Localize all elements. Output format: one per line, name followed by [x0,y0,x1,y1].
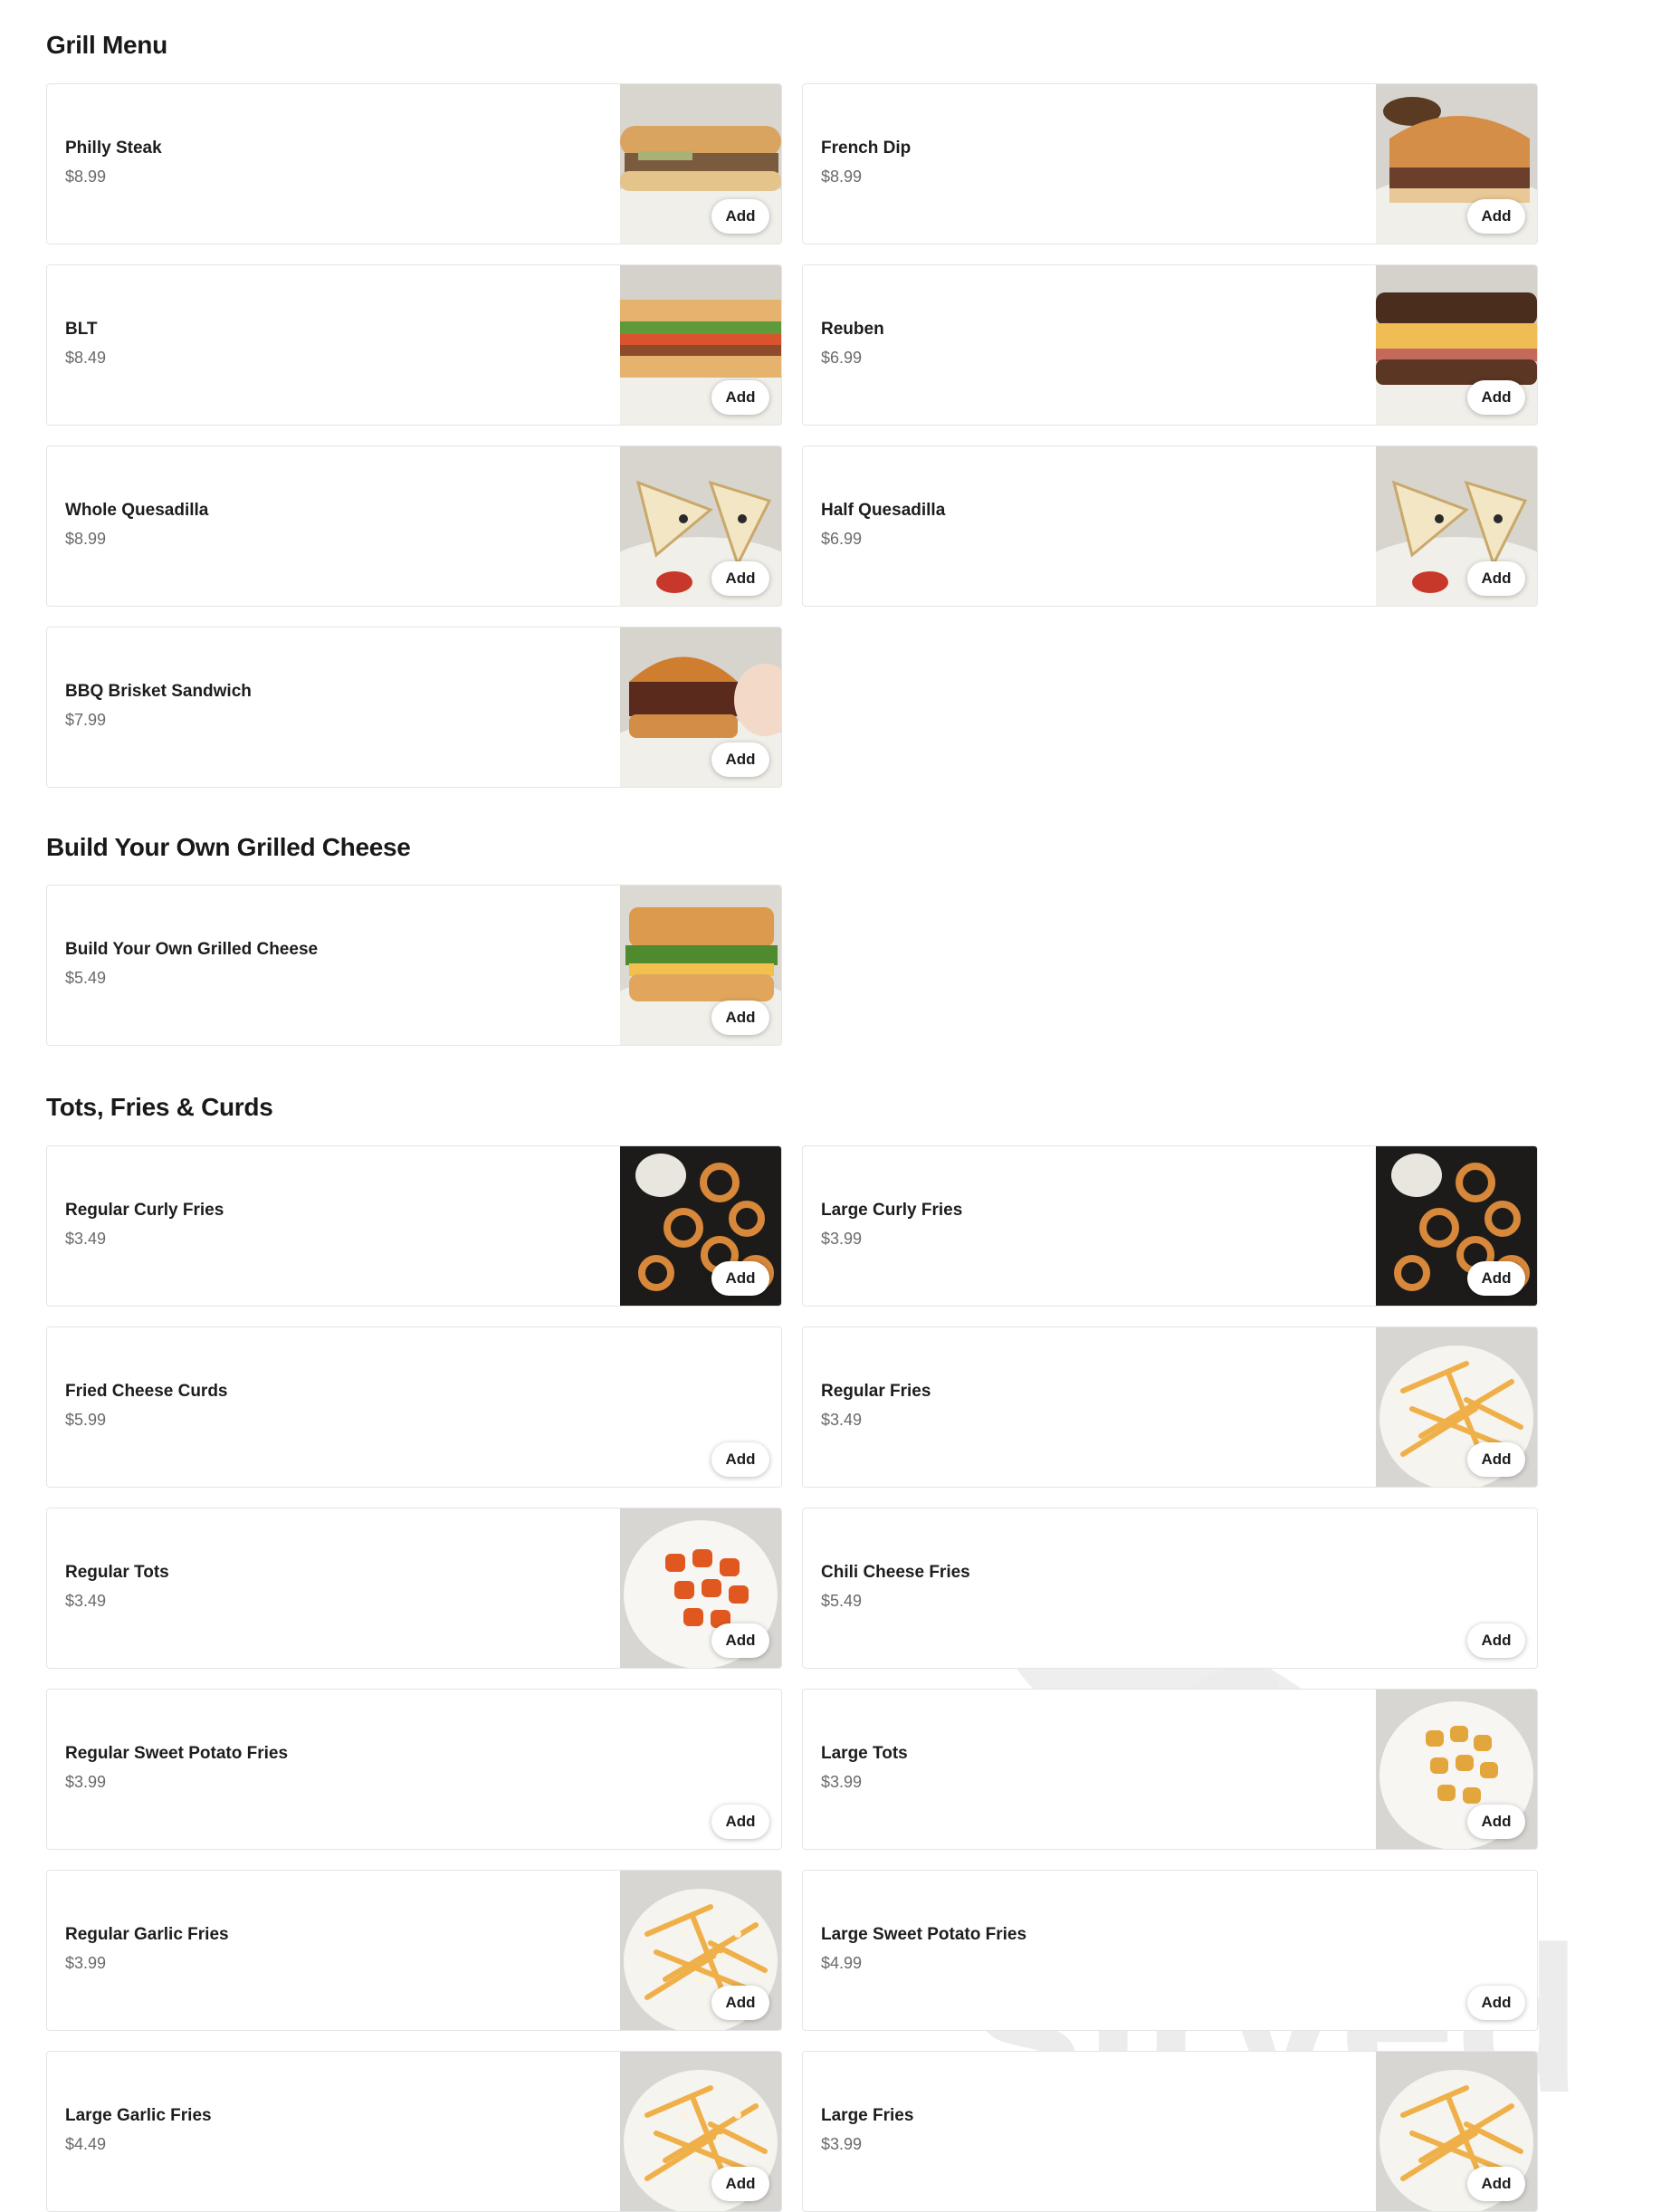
menu-item-price: $3.99 [65,1954,107,1972]
menu-item-name: Philly Steak [65,139,162,158]
menu-item-card-regular-tots[interactable]: Regular Tots $3.49 Add [46,1508,782,1669]
menu-item-price: $3.49 [821,1411,863,1429]
menu-item-card-half-quesadilla[interactable]: Half Quesadilla $6.99 Add [802,445,1538,607]
menu-item-card-regular-fries[interactable]: Regular Fries $3.49 Add [802,1326,1538,1488]
menu-item-card-philly-steak[interactable]: Philly Steak $8.99 Add [46,83,782,244]
menu-item-card-build-your-own-grilled-cheese[interactable]: Build Your Own Grilled Cheese $5.49 Add [46,885,782,1046]
add-button[interactable]: Add [711,1442,769,1477]
menu-item-card-large-garlic-fries[interactable]: Large Garlic Fries $4.49 Add [46,2051,782,2212]
add-button[interactable]: Add [711,2167,769,2201]
add-button[interactable]: Add [711,561,769,596]
menu-item-price: $3.99 [821,2135,863,2153]
menu-item-name: Large Fries [821,2106,914,2125]
menu-item-name: Build Your Own Grilled Cheese [65,940,319,959]
menu-item-price: $4.99 [821,1954,863,1972]
add-button[interactable]: Add [1467,1805,1525,1839]
menu-item-name: Regular Sweet Potato Fries [65,1744,289,1763]
add-button[interactable]: Add [711,1623,769,1658]
menu-item-name: Regular Tots [65,1563,169,1582]
menu-item-card-large-curly-fries[interactable]: Large Curly Fries $3.99 Add [802,1145,1538,1307]
menu-item-card-whole-quesadilla[interactable]: Whole Quesadilla $8.99 Add [46,445,782,607]
add-button[interactable]: Add [711,380,769,415]
menu-item-price: $3.99 [65,1773,107,1791]
section-title-tots-fries-curds: Tots, Fries & Curds [46,1093,273,1121]
menu-item-price: $3.99 [821,1773,863,1791]
menu-item-price: $8.99 [821,168,863,186]
menu-item-card-french-dip[interactable]: French Dip $8.99 Add [802,83,1538,244]
menu-item-card-regular-sweet-potato-fries[interactable]: Regular Sweet Potato Fries $3.99 Add [46,1689,782,1850]
menu-item-price: $8.99 [65,530,107,548]
menu-item-name: BLT [65,320,98,339]
menu-item-card-fried-cheese-curds[interactable]: Fried Cheese Curds $5.99 Add [46,1326,782,1488]
menu-item-name: Large Tots [821,1744,908,1763]
menu-item-name: Whole Quesadilla [65,501,209,520]
add-button[interactable]: Add [711,199,769,234]
add-button[interactable]: Add [1467,1261,1525,1296]
menu-item-card-large-sweet-potato-fries[interactable]: Large Sweet Potato Fries $4.99 Add [802,1870,1538,2031]
menu-item-card-large-tots[interactable]: Large Tots $3.99 Add [802,1689,1538,1850]
add-button[interactable]: Add [1467,561,1525,596]
menu-item-card-blt[interactable]: BLT $8.49 Add [46,264,782,426]
add-button[interactable]: Add [1467,380,1525,415]
menu-item-name: Large Curly Fries [821,1201,963,1220]
menu-item-price: $7.99 [65,711,107,729]
add-button[interactable]: Add [711,742,769,777]
menu-item-price: $3.99 [821,1230,863,1248]
menu-item-price: $8.99 [65,168,107,186]
add-button[interactable]: Add [1467,1986,1525,2020]
menu-item-name: Regular Curly Fries [65,1201,224,1220]
menu-item-name: BBQ Brisket Sandwich [65,682,252,701]
menu-item-price: $6.99 [821,530,863,548]
menu-item-price: $6.99 [821,349,863,367]
section-title-grilled-cheese: Build Your Own Grilled Cheese [46,833,411,861]
add-button[interactable]: Add [711,1986,769,2020]
add-button[interactable]: Add [1467,1623,1525,1658]
add-button[interactable]: Add [1467,199,1525,234]
menu-item-price: $5.99 [65,1411,107,1429]
menu-item-name: French Dip [821,139,912,158]
add-button[interactable]: Add [711,1805,769,1839]
add-button[interactable]: Add [1467,2167,1525,2201]
menu-item-name: Large Sweet Potato Fries [821,1925,1027,1944]
menu-item-card-large-fries[interactable]: Large Fries $3.99 Add [802,2051,1538,2212]
menu-item-price: $3.49 [65,1230,107,1248]
menu-item-name: Large Garlic Fries [65,2106,212,2125]
add-button[interactable]: Add [1467,1442,1525,1477]
menu-item-card-chili-cheese-fries[interactable]: Chili Cheese Fries $5.49 Add [802,1508,1538,1669]
menu-item-card-regular-garlic-fries[interactable]: Regular Garlic Fries $3.99 Add [46,1870,782,2031]
menu-item-card-regular-curly-fries[interactable]: Regular Curly Fries $3.49 Add [46,1145,782,1307]
menu-item-price: $4.49 [65,2135,107,2153]
add-button[interactable]: Add [711,1001,769,1035]
menu-item-name: Half Quesadilla [821,501,946,520]
menu-item-price: $5.49 [65,969,107,987]
menu-item-name: Fried Cheese Curds [65,1382,228,1401]
menu-item-card-bbq-brisket-sandwich[interactable]: BBQ Brisket Sandwich $7.99 Add [46,627,782,788]
add-button[interactable]: Add [711,1261,769,1296]
menu-item-name: Chili Cheese Fries [821,1563,970,1582]
menu-item-card-reuben[interactable]: Reuben $6.99 Add [802,264,1538,426]
menu-item-price: $8.49 [65,349,107,367]
menu-item-name: Regular Garlic Fries [65,1925,229,1944]
menu-item-price: $3.49 [65,1592,107,1610]
menu-item-name: Regular Fries [821,1382,931,1401]
section-title-grill-menu: Grill Menu [46,31,167,59]
menu-item-name: Reuben [821,320,884,339]
menu-item-price: $5.49 [821,1592,863,1610]
